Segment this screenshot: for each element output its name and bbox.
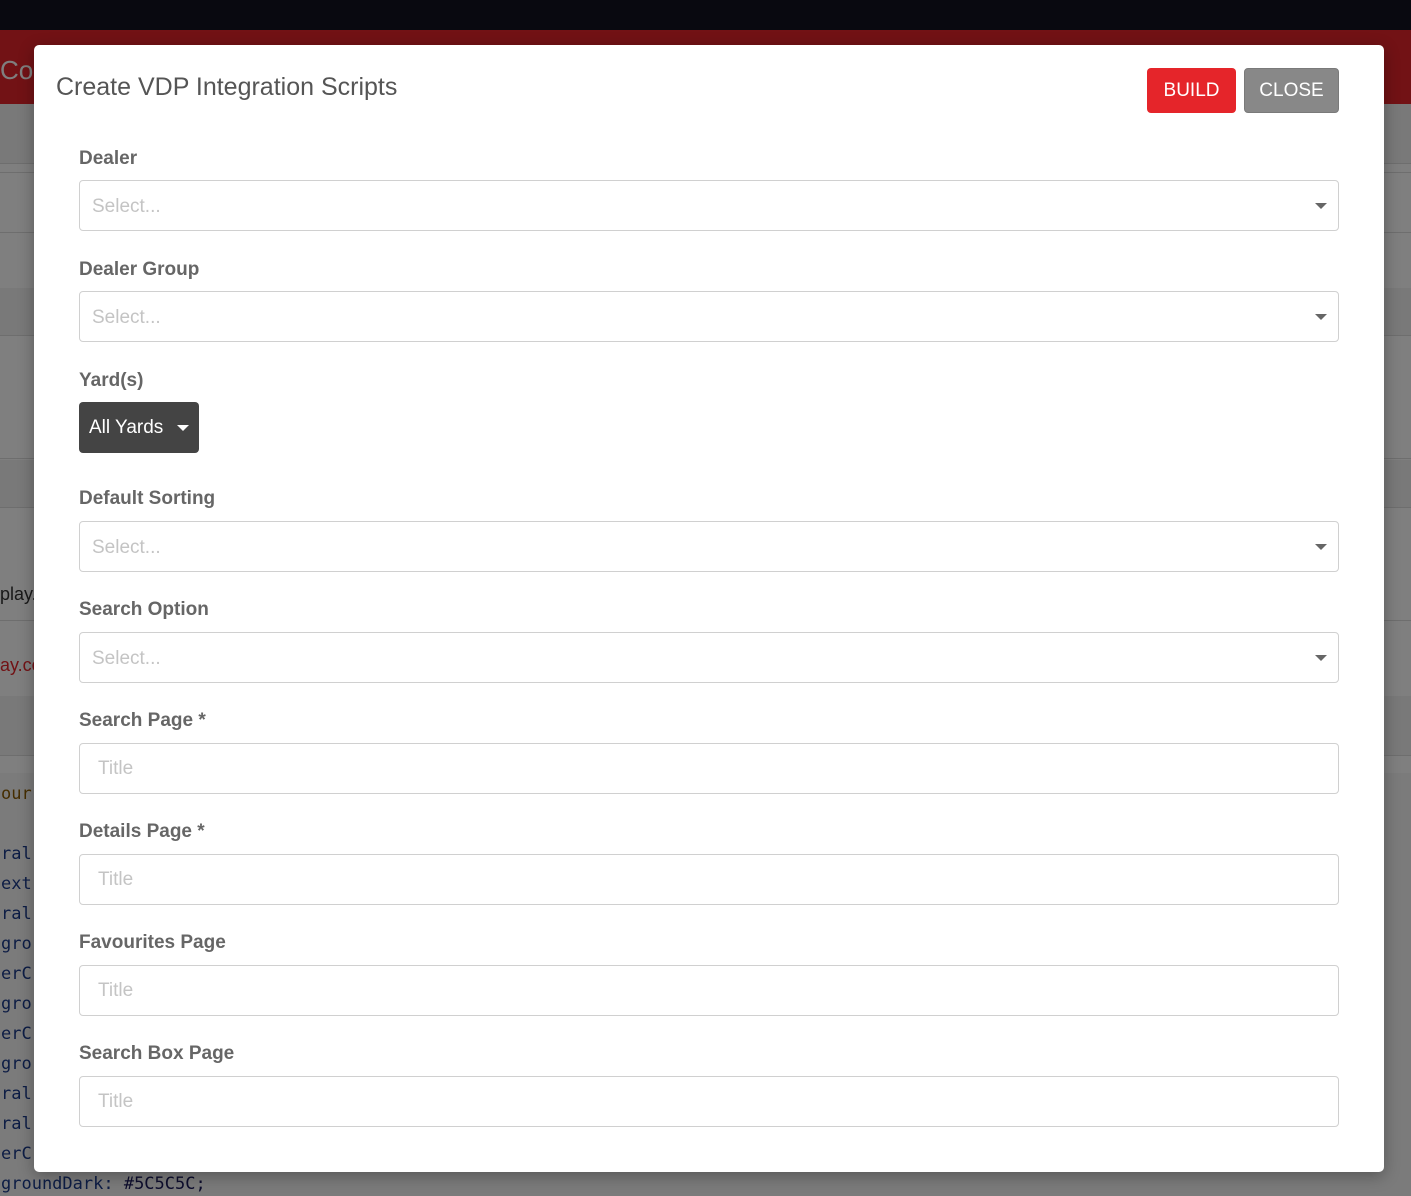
- search-box-page-input[interactable]: [79, 1076, 1339, 1127]
- chevron-down-icon: [1315, 314, 1327, 320]
- default-sorting-select[interactable]: Select...: [79, 521, 1339, 572]
- dealer-group-select[interactable]: Select...: [79, 291, 1339, 342]
- search-box-page-label: Search Box Page: [79, 1043, 235, 1064]
- details-page-label: Details Page *: [79, 821, 205, 842]
- default-sorting-select-placeholder: Select...: [92, 537, 161, 558]
- details-page-input[interactable]: [79, 854, 1339, 905]
- chevron-down-icon: [1315, 203, 1327, 209]
- dealer-group-select-placeholder: Select...: [92, 307, 161, 328]
- search-page-label: Search Page *: [79, 710, 206, 731]
- dealer-select[interactable]: Select...: [79, 180, 1339, 231]
- favourites-page-input[interactable]: [79, 965, 1339, 1016]
- search-page-input[interactable]: [79, 743, 1339, 794]
- yards-label: Yard(s): [79, 370, 144, 391]
- search-option-label: Search Option: [79, 599, 209, 620]
- chevron-down-icon: [177, 425, 189, 431]
- default-sorting-label: Default Sorting: [79, 488, 216, 509]
- chevron-down-icon: [1315, 544, 1327, 550]
- search-option-select[interactable]: Select...: [79, 632, 1339, 683]
- favourites-page-label: Favourites Page: [79, 932, 226, 953]
- chevron-down-icon: [1315, 655, 1327, 661]
- create-vdp-modal: Create VDP Integration Scripts BUILD CLO…: [34, 45, 1384, 1172]
- dealer-group-label: Dealer Group: [79, 259, 200, 280]
- build-button[interactable]: BUILD: [1147, 68, 1236, 113]
- search-option-select-placeholder: Select...: [92, 648, 161, 669]
- dealer-label: Dealer: [79, 148, 138, 169]
- dealer-select-placeholder: Select...: [92, 196, 161, 217]
- modal-title: Create VDP Integration Scripts: [56, 73, 398, 101]
- yards-dropdown-button[interactable]: All Yards: [79, 402, 199, 453]
- yards-dropdown-value: All Yards: [89, 417, 164, 438]
- close-button[interactable]: CLOSE: [1244, 68, 1339, 113]
